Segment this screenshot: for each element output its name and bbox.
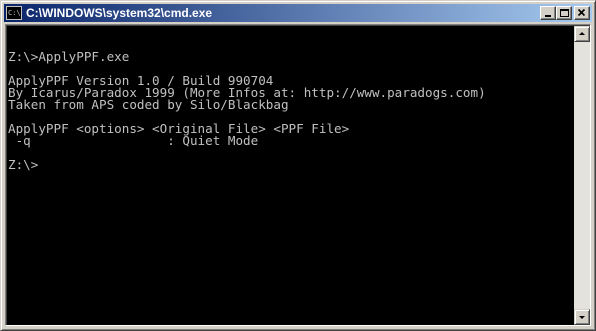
maximize-button[interactable] <box>556 6 572 20</box>
arrow-up-icon <box>579 32 585 35</box>
console-text: Z:\>ApplyPPF.exe ApplyPPF Version 1.0 / B… <box>7 26 574 171</box>
scroll-down-button[interactable] <box>574 309 590 325</box>
client-area: Z:\>ApplyPPF.exe ApplyPPF Version 1.0 / B… <box>5 24 591 326</box>
cmd-window: C:\ C:\WINDOWS\system32\cmd.exe Z:\>Appl… <box>0 0 596 331</box>
console-line: Z:\>ApplyPPF.exe <box>8 49 130 64</box>
console-line: -q : Quiet Mode <box>8 133 259 148</box>
close-icon <box>577 8 586 17</box>
arrow-down-icon <box>579 316 585 319</box>
vertical-scrollbar[interactable] <box>574 25 590 325</box>
title-bar[interactable]: C:\ C:\WINDOWS\system32\cmd.exe <box>4 4 592 22</box>
maximize-icon <box>560 9 569 17</box>
scroll-up-button[interactable] <box>574 26 590 42</box>
window-controls <box>540 6 590 20</box>
close-button[interactable] <box>574 6 590 20</box>
cmd-icon[interactable]: C:\ <box>6 6 22 20</box>
console-line: Z:\> <box>8 157 39 172</box>
minimize-button[interactable] <box>540 6 556 20</box>
window-title: C:\WINDOWS\system32\cmd.exe <box>26 6 213 20</box>
minimize-icon <box>545 15 551 17</box>
console-line: Taken from APS coded by Silo/Blackbag <box>8 97 289 112</box>
console-output[interactable]: Z:\>ApplyPPF.exe ApplyPPF Version 1.0 / B… <box>6 25 574 325</box>
